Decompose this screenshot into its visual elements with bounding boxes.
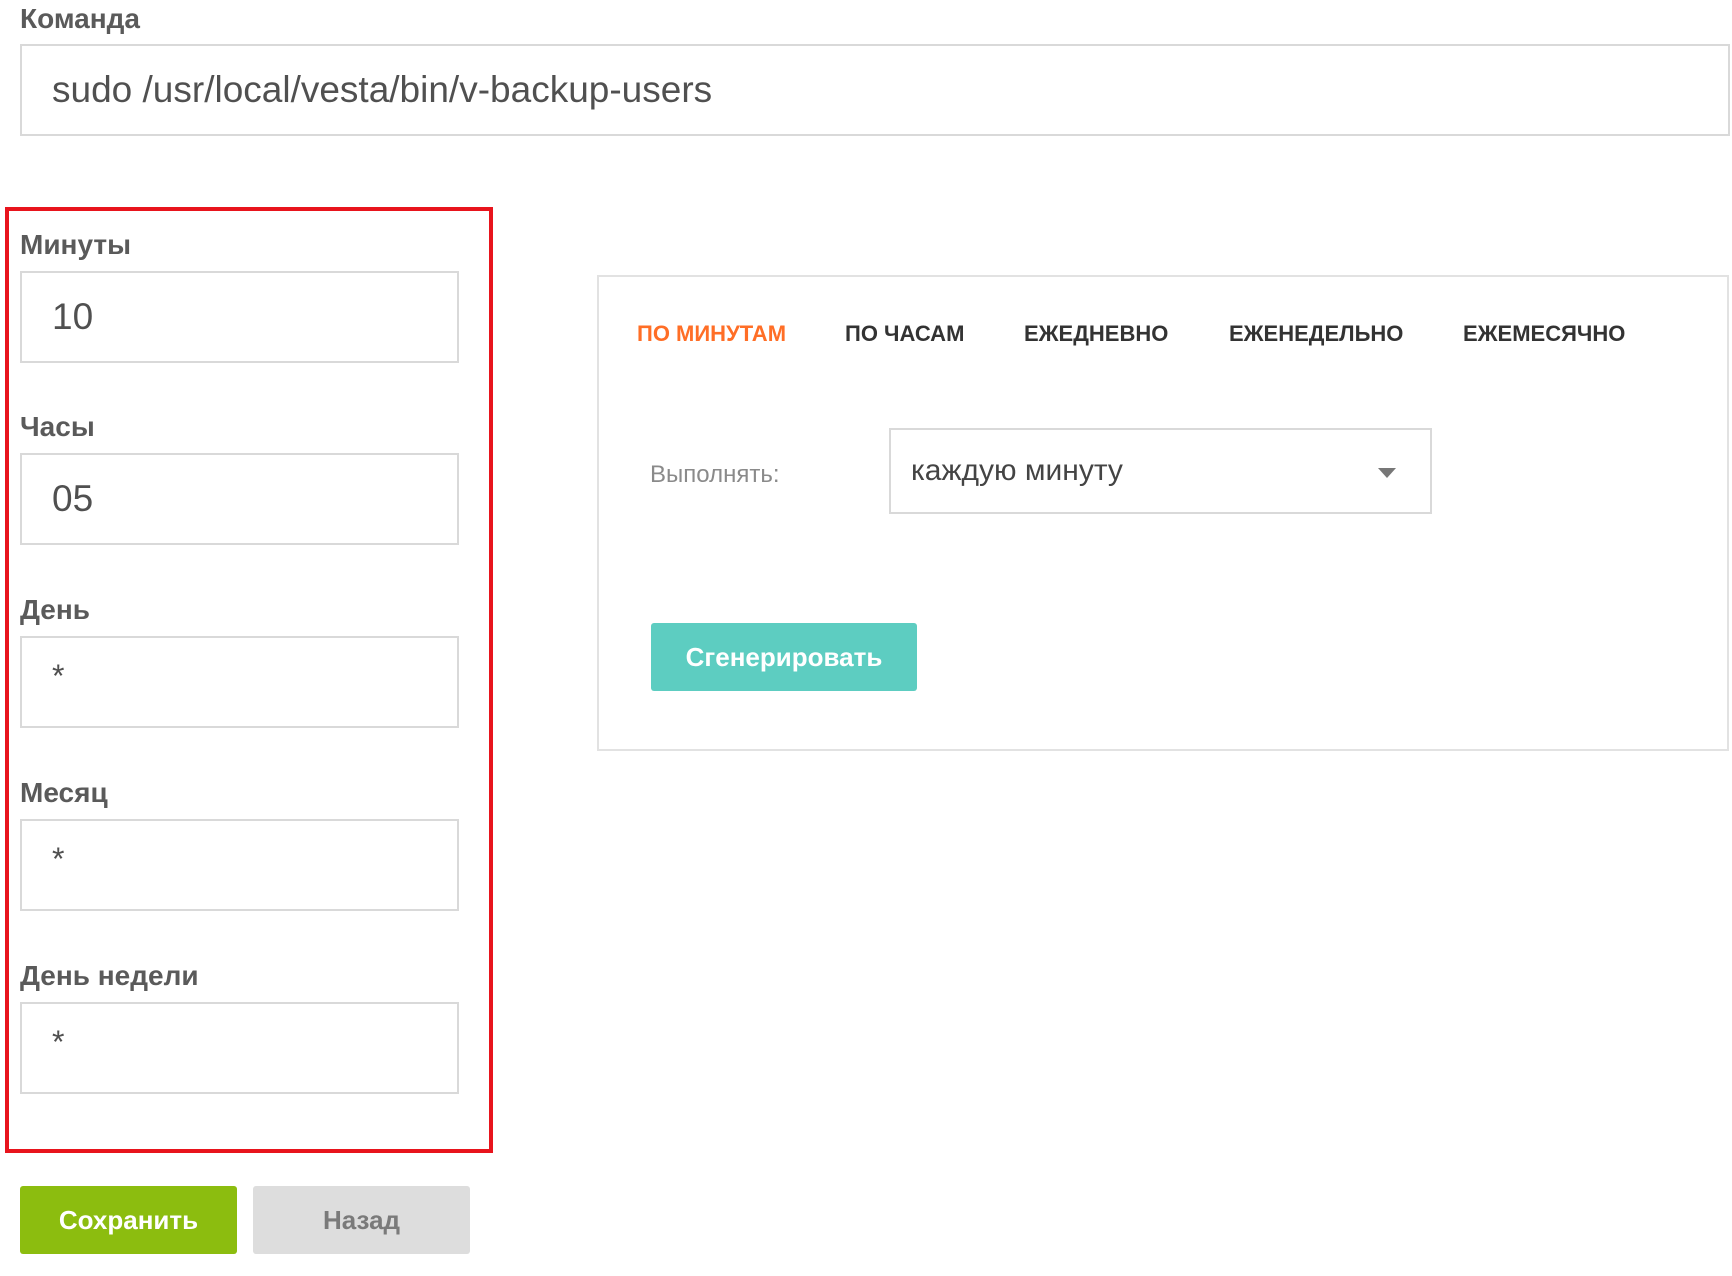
weekday-label: День недели bbox=[20, 960, 199, 991]
command-input[interactable]: sudo /usr/local/vesta/bin/v-backup-users bbox=[20, 44, 1730, 136]
minutes-input[interactable]: 10 bbox=[20, 271, 459, 363]
chevron-down-icon bbox=[1378, 468, 1396, 478]
execute-select-value: каждую минуту bbox=[911, 454, 1123, 487]
back-button[interactable]: Назад bbox=[253, 1186, 470, 1254]
hours-label: Часы bbox=[20, 411, 95, 442]
tab-weekly[interactable]: ЕЖЕНЕДЕЛЬНО bbox=[1229, 321, 1403, 347]
execute-label: Выполнять: bbox=[650, 461, 780, 488]
minutes-label: Минуты bbox=[20, 229, 131, 260]
day-label: День bbox=[20, 594, 90, 625]
tab-by-hours[interactable]: ПО ЧАСАМ bbox=[845, 321, 964, 347]
command-label: Команда bbox=[20, 3, 140, 34]
save-button[interactable]: Сохранить bbox=[20, 1186, 237, 1254]
month-label: Месяц bbox=[20, 777, 108, 808]
weekday-input[interactable]: * bbox=[20, 1002, 459, 1094]
month-input[interactable]: * bbox=[20, 819, 459, 911]
tab-by-minutes[interactable]: ПО МИНУТАМ bbox=[637, 321, 786, 347]
tab-daily[interactable]: ЕЖЕДНЕВНО bbox=[1024, 321, 1168, 347]
tab-monthly[interactable]: ЕЖЕМЕСЯЧНО bbox=[1463, 321, 1625, 347]
day-input[interactable]: * bbox=[20, 636, 459, 728]
generate-button[interactable]: Сгенерировать bbox=[651, 623, 917, 691]
execute-select[interactable]: каждую минуту bbox=[889, 428, 1432, 514]
hours-input[interactable]: 05 bbox=[20, 453, 459, 545]
